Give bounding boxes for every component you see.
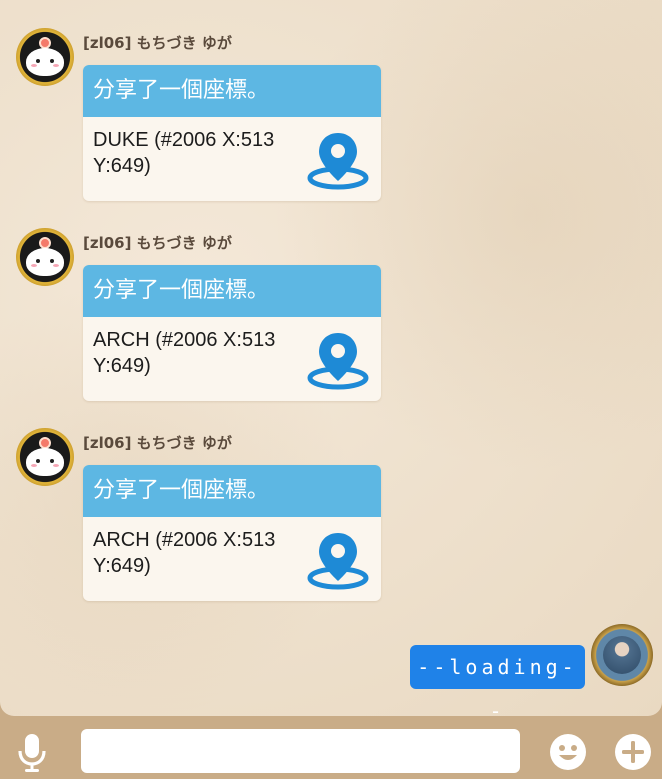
sender-name: [zl06] もちづき ゆが	[83, 234, 232, 252]
plus-icon[interactable]	[614, 733, 652, 771]
location-card-title: 分享了一個座標。	[83, 465, 381, 517]
avatar-image	[20, 432, 70, 482]
sender-name: [zl06] もちづき ゆが	[83, 434, 232, 452]
location-card-body: ARCH (#2006 X:513 Y:649)	[83, 317, 381, 401]
self-avatar[interactable]	[591, 624, 653, 686]
location-card[interactable]: 分享了一個座標。 DUKE (#2006 X:513 Y:649)	[83, 65, 381, 201]
self-avatar-image	[603, 636, 641, 674]
avatar-image	[20, 32, 70, 82]
chat-panel: [zl06] もちづき ゆが 分享了一個座標。 DUKE (#2006 X:51…	[0, 0, 662, 716]
chat-message: [zl06] もちづき ゆが 分享了一個座標。 ARCH (#2006 X:51…	[0, 228, 662, 418]
location-card-title: 分享了一個座標。	[83, 65, 381, 117]
location-card-body: DUKE (#2006 X:513 Y:649)	[83, 117, 381, 201]
smile-icon[interactable]	[549, 733, 587, 771]
location-text: ARCH (#2006 X:513 Y:649)	[93, 529, 276, 577]
self-message-bubble[interactable]: --loading--	[410, 645, 585, 716]
location-card-title: 分享了一個座標。	[83, 265, 381, 317]
avatar-image	[20, 232, 70, 282]
avatar[interactable]	[16, 228, 74, 286]
avatar[interactable]	[16, 428, 74, 486]
chat-message: [zl06] もちづき ゆが 分享了一個座標。 ARCH (#2006 X:51…	[0, 428, 662, 618]
location-text: ARCH (#2006 X:513 Y:649)	[93, 329, 276, 377]
mic-icon[interactable]	[16, 733, 48, 773]
location-card[interactable]: 分享了一個座標。 ARCH (#2006 X:513 Y:649)	[83, 465, 381, 601]
message-input[interactable]	[81, 729, 520, 773]
location-card-body: ARCH (#2006 X:513 Y:649)	[83, 517, 381, 601]
location-card[interactable]: 分享了一個座標。 ARCH (#2006 X:513 Y:649)	[83, 265, 381, 401]
map-pin-icon[interactable]	[307, 129, 369, 191]
chat-message: [zl06] もちづき ゆが 分享了一個座標。 DUKE (#2006 X:51…	[0, 28, 662, 218]
map-pin-icon[interactable]	[307, 529, 369, 591]
map-pin-icon[interactable]	[307, 329, 369, 391]
avatar[interactable]	[16, 28, 74, 86]
location-text: DUKE (#2006 X:513 Y:649)	[93, 129, 275, 177]
sender-name: [zl06] もちづき ゆが	[83, 34, 232, 52]
